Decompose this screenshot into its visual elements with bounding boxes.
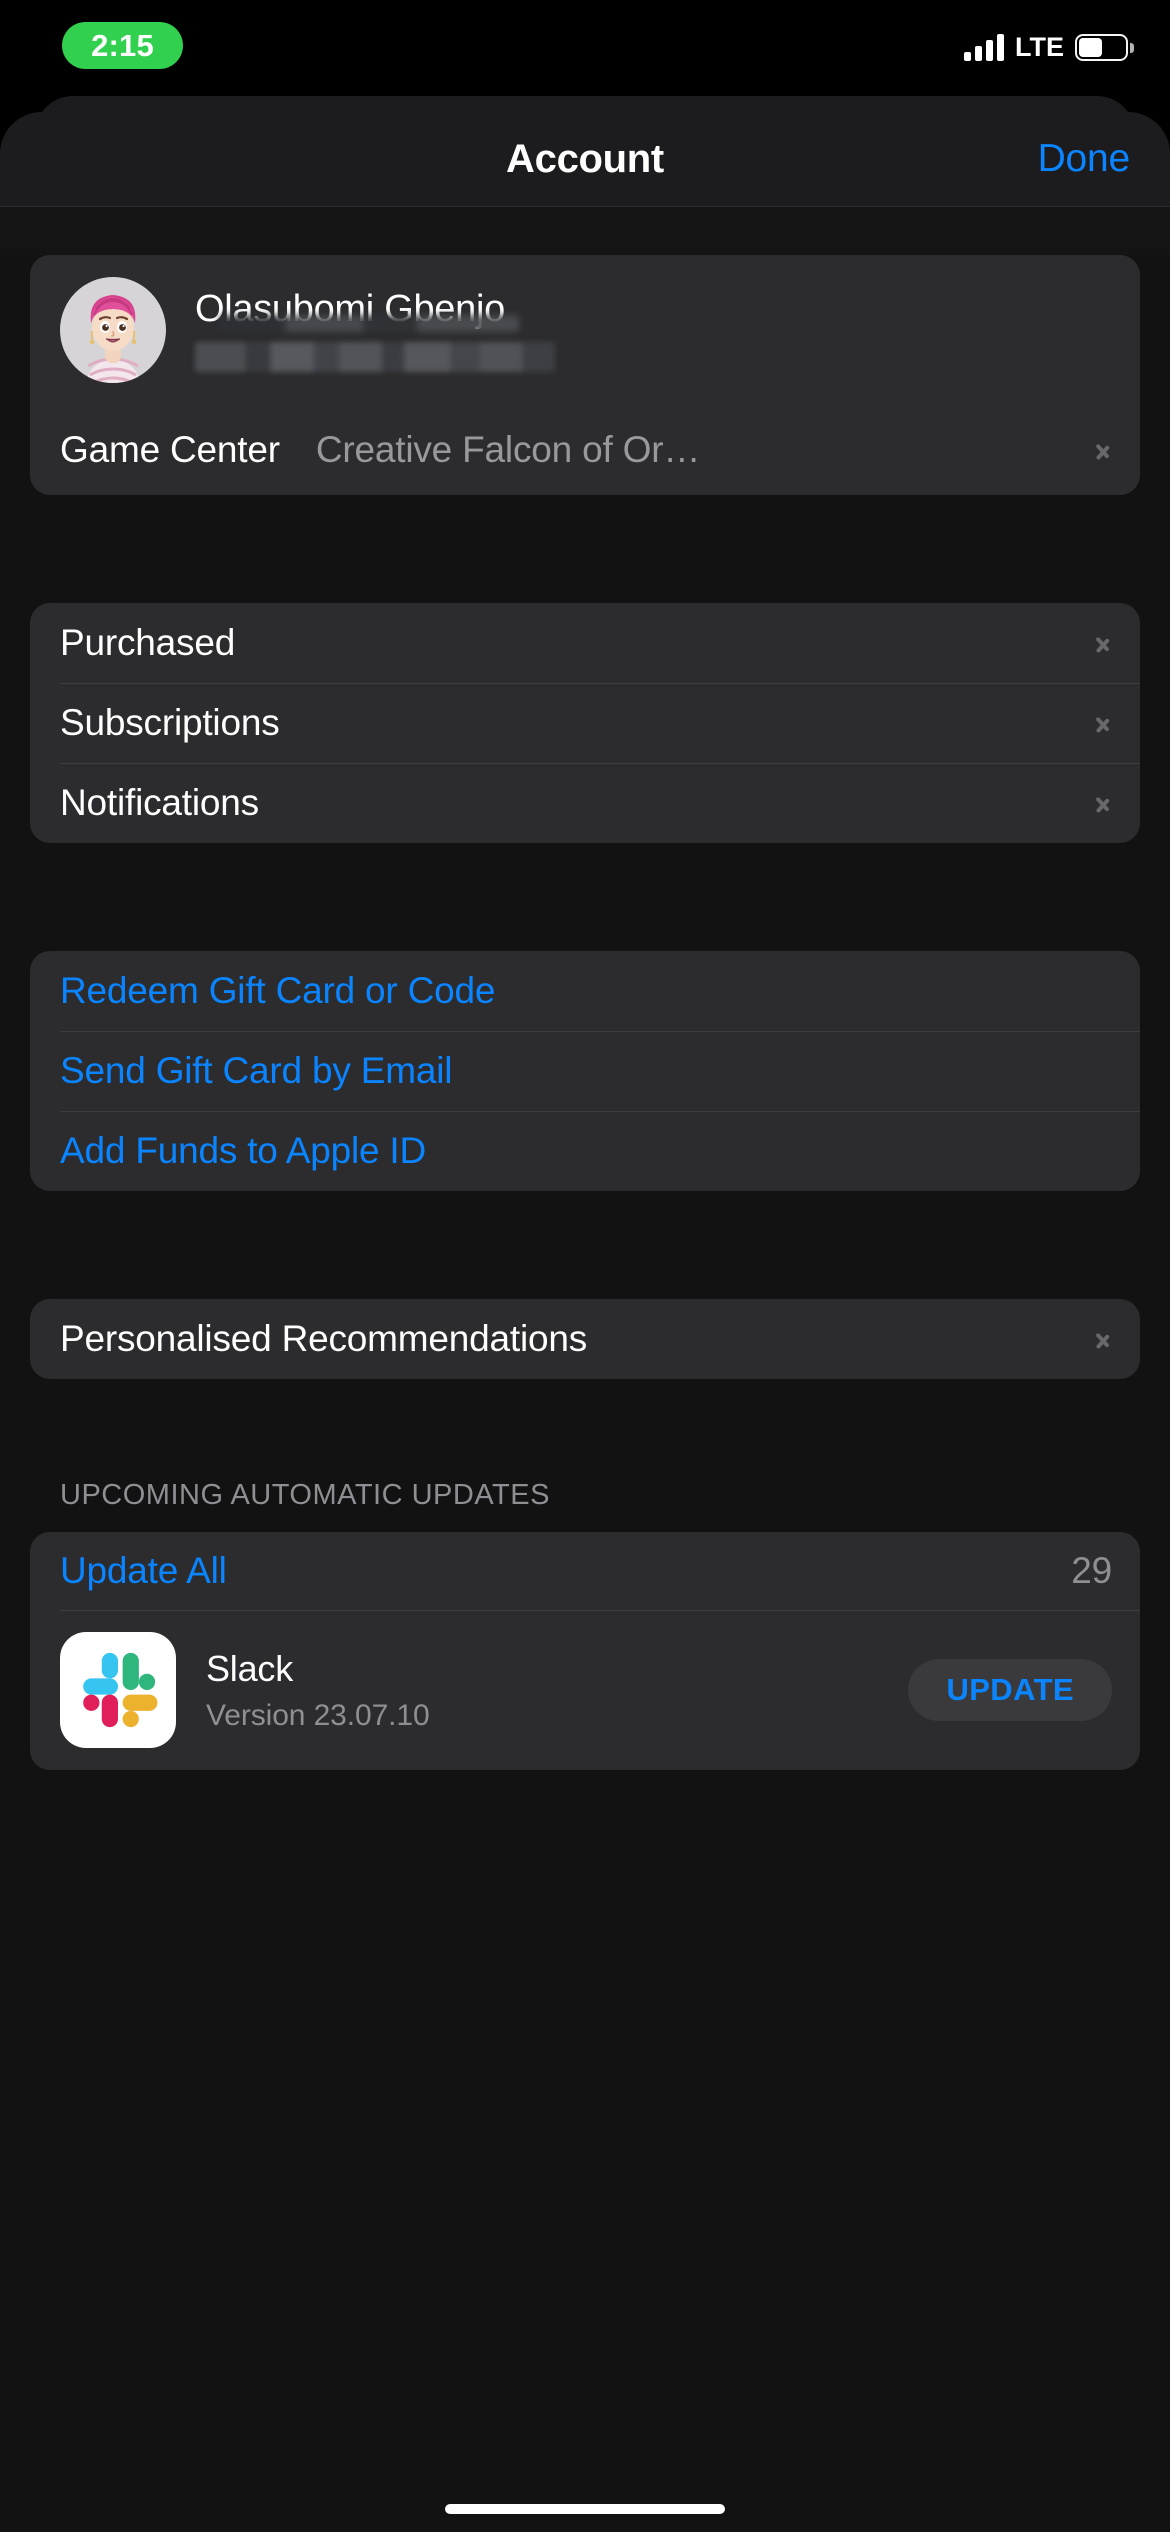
battery-icon [1075, 33, 1134, 61]
app-meta: Slack Version 23.07.10 [206, 1648, 908, 1733]
row-label: Notifications [60, 782, 259, 823]
update-button[interactable]: UPDATE [908, 1659, 1112, 1721]
updates-card: Update All 29 Slack Version 23.07.10 UPD… [30, 1532, 1140, 1770]
update-button-label: UPDATE [946, 1672, 1074, 1707]
row-label: Add Funds to Apple ID [60, 1130, 427, 1171]
chevron-right-icon [1095, 435, 1112, 465]
row-label: Redeem Gift Card or Code [60, 970, 496, 1011]
row-subscriptions[interactable]: Subscriptions [30, 683, 1140, 763]
account-items-card: Purchased Subscriptions Notifications [30, 603, 1140, 843]
slack-app-icon [60, 1632, 176, 1748]
profile-card: Olasubomi Gbenjo Game Center Creative Fa… [30, 255, 1140, 495]
row-purchased[interactable]: Purchased [30, 603, 1140, 683]
iphone-screen: 2:15 LTE Account Done Olasubomi Gbenjo G… [0, 0, 1170, 2532]
row-send-gift-card[interactable]: Send Gift Card by Email [30, 1031, 1140, 1111]
account-sheet: Account Done Olasubomi Gbenjo Game Cente… [0, 112, 1170, 2532]
profile-email-redacted-secondary [219, 315, 519, 332]
update-all-label: Update All [60, 1550, 227, 1591]
home-indicator[interactable] [445, 2504, 725, 2514]
profile-header-row[interactable]: Olasubomi Gbenjo [30, 255, 1140, 405]
game-center-row[interactable]: Game Center Creative Falcon of Or… [30, 405, 1140, 495]
row-label: Send Gift Card by Email [60, 1050, 453, 1091]
status-time-pill[interactable]: 2:15 [62, 22, 183, 69]
chevron-right-icon [1095, 628, 1112, 658]
row-personalised-recommendations[interactable]: Personalised Recommendations [30, 1299, 1140, 1379]
profile-email-redacted [195, 342, 555, 373]
status-time: 2:15 [91, 27, 154, 63]
recommendations-card: Personalised Recommendations [30, 1299, 1140, 1379]
page-title: Account [506, 136, 664, 181]
gift-card-items-card: Redeem Gift Card or Code Send Gift Card … [30, 951, 1140, 1191]
account-scroll-view[interactable]: Olasubomi Gbenjo Game Center Creative Fa… [0, 255, 1170, 2532]
sheet-header: Account Done [0, 112, 1170, 207]
network-type-label: LTE [1015, 31, 1064, 62]
game-center-nickname: Creative Falcon of Or… [315, 429, 701, 470]
memoji-avatar[interactable] [60, 277, 166, 383]
slack-logo-icon [83, 1652, 158, 1728]
cellular-signal-icon [964, 33, 1004, 61]
row-redeem-gift-card[interactable]: Redeem Gift Card or Code [30, 951, 1140, 1031]
status-bar: 2:15 LTE [0, 0, 1170, 96]
updates-section-header: UPCOMING AUTOMATIC UPDATES [60, 1479, 550, 1511]
done-button[interactable]: Done [1038, 137, 1131, 181]
row-add-funds[interactable]: Add Funds to Apple ID [30, 1111, 1140, 1191]
row-update-all[interactable]: Update All 29 [30, 1532, 1140, 1610]
status-indicators: LTE [964, 28, 1134, 66]
app-version: Version 23.07.10 [206, 1698, 430, 1732]
chevron-right-icon [1095, 788, 1112, 818]
row-notifications[interactable]: Notifications [30, 763, 1140, 843]
chevron-right-icon [1095, 708, 1112, 738]
row-label: Subscriptions [60, 702, 280, 743]
row-label: Purchased [60, 622, 236, 663]
chevron-right-icon [1095, 1324, 1112, 1354]
app-name: Slack [206, 1647, 294, 1689]
table-row[interactable]: Slack Version 23.07.10 UPDATE [30, 1610, 1140, 1770]
row-label: Personalised Recommendations [60, 1318, 588, 1359]
update-all-count: 29 [1071, 1550, 1112, 1591]
game-center-label: Game Center [60, 429, 280, 470]
memoji-avatar-icon [86, 295, 140, 383]
